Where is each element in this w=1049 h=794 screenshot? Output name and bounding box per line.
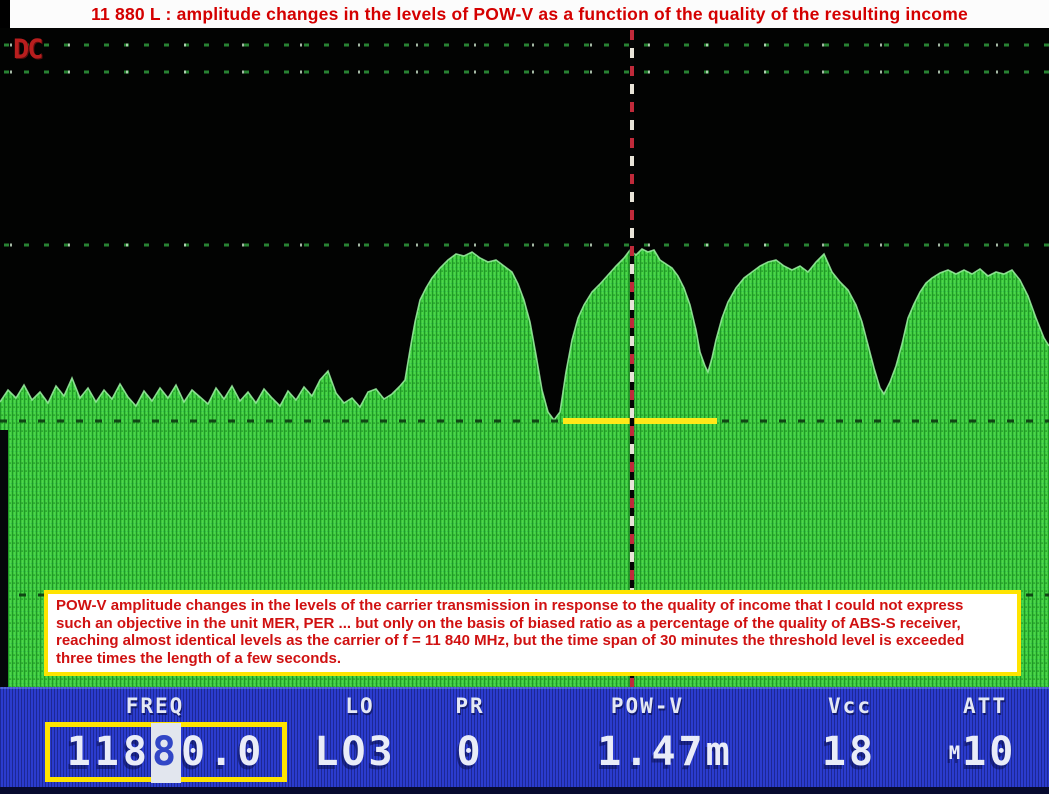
freq-value-box: 11880.0 <box>45 722 287 782</box>
annotation-line-4: three times the length of a few seconds. <box>56 650 1009 668</box>
freq-label: FREQ <box>95 694 215 718</box>
pr-value: 0 <box>420 729 520 775</box>
annotation-line-3: reaching almost identical levels as the … <box>56 632 1009 650</box>
annotation-box: POW-V amplitude changes in the levels of… <box>44 590 1021 676</box>
lo-value: LO3 <box>300 729 410 775</box>
vcc-value: 18 <box>799 729 899 775</box>
satellite-meter-screenshot: 11 880 L : amplitude changes in the leve… <box>0 0 1049 794</box>
pow-v-label: POW-V <box>585 694 710 718</box>
spectrum-display <box>0 28 1049 687</box>
dc-indicator: DC <box>13 34 42 65</box>
page-title: 11 880 L : amplitude changes in the leve… <box>91 4 968 25</box>
vcc-label: Vcc <box>800 694 900 718</box>
att-number: 10 <box>962 729 1016 775</box>
lo-label: LO <box>310 694 410 718</box>
freq-digits-pre: 118 <box>67 729 151 775</box>
att-label: ATT <box>935 694 1035 718</box>
freq-value: 11880.0 <box>67 729 266 775</box>
freq-cursor-digit: 8 <box>151 723 181 783</box>
annotation-line-2: such an objective in the unit MER, PER .… <box>56 615 1009 633</box>
freq-digits-post: 0.0 <box>181 729 265 775</box>
att-value: M10 <box>925 729 1040 775</box>
pow-v-value: 1.47m <box>575 729 755 775</box>
status-bar-footer <box>0 787 1049 794</box>
att-mode-prefix: M <box>949 742 960 764</box>
status-bar: FREQ 11880.0 LO LO3 PR 0 POW-V 1.47m Vcc… <box>0 687 1049 787</box>
pr-label: PR <box>420 694 520 718</box>
title-bar: 11 880 L : amplitude changes in the leve… <box>10 0 1049 29</box>
annotation-line-1: POW-V amplitude changes in the levels of… <box>56 597 1009 615</box>
